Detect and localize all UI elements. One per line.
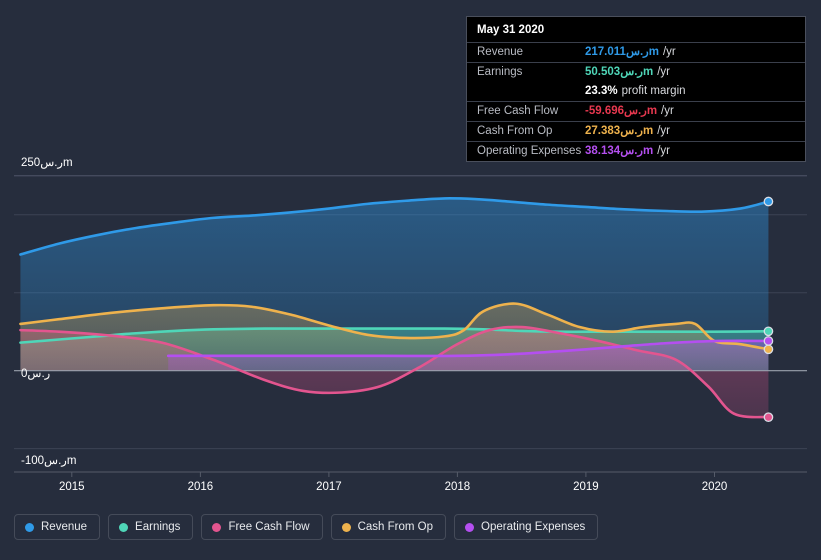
tooltip-row-value: 38.134ر.سm — [585, 145, 654, 157]
legend-color-dot-icon — [341, 522, 351, 532]
legend-color-dot-icon — [212, 522, 222, 532]
legend-item-free-cash-flow[interactable]: Free Cash Flow — [201, 514, 323, 540]
x-axis-tick-2018: 2018 — [444, 481, 471, 493]
tooltip-date: May 31 2020 — [477, 24, 545, 36]
legend-item-label: Revenue — [41, 521, 88, 533]
tooltip-row-value-wrap: 38.134ر.سm/yr — [585, 145, 670, 158]
tooltip-row-value-wrap: 27.383ر.سm/yr — [585, 125, 670, 138]
tooltip-row-unit: /yr — [662, 46, 676, 58]
legend-item-label: Operating Expenses — [481, 521, 586, 533]
legend-color-dot-icon — [119, 522, 129, 532]
legend-item-operating-expenses[interactable]: Operating Expenses — [454, 514, 599, 540]
x-axis-line — [14, 471, 807, 477]
tooltip-row-value-wrap: 50.503ر.سm/yr — [585, 66, 670, 79]
tooltip-row-unit: /yr — [661, 105, 674, 117]
x-axis-tick-2017: 2017 — [316, 481, 342, 493]
tooltip-rows: Revenue 217.011ر.سm/yr Earnings 50.503ر.سm /… — [467, 42, 805, 161]
tooltip-row: Revenue 217.011ر.سm/yr — [467, 42, 805, 62]
legend-item-label: Cash From Op — [357, 521, 434, 533]
chart-tooltip: May 31 2020 Revenue 217.011ر.سm/yr Earning… — [466, 16, 806, 162]
legend-item-label: Earnings — [135, 521, 181, 533]
chart-legend[interactable]: Revenue Earnings Free Cash Flow Cash From O… — [14, 514, 599, 540]
tooltip-row-unit: /yr — [657, 125, 670, 137]
x-axis-tick-2019: 2019 — [573, 481, 599, 493]
y-axis-label-zero: 0ر.س — [21, 368, 51, 380]
tooltip-row: Cash From Op 27.383ر.سm/yr — [467, 121, 805, 141]
tooltip-row-unit: /yr — [657, 145, 670, 157]
y-axis-label-top: 250ر.سm — [21, 157, 73, 169]
x-axis-tick-2016: 2016 — [187, 481, 214, 493]
tooltip-row-value: 50.503ر.سm — [585, 66, 654, 78]
legend-item-earnings[interactable]: Earnings — [108, 514, 194, 540]
tooltip-row-label: Earnings — [477, 66, 523, 78]
legend-color-dot-icon — [25, 522, 34, 532]
tooltip-row: Earnings 50.503ر.سm/yr — [467, 62, 805, 82]
x-axis-tick-2020: 2020 — [701, 481, 728, 493]
series-areas — [20, 198, 769, 418]
legend-item-label: Free Cash Flow — [228, 521, 310, 533]
tooltip-row-unit: /yr — [657, 66, 670, 78]
tooltip-row-label: Free Cash Flow — [477, 105, 559, 117]
tooltip-row: 23.3% profit margin — [467, 82, 805, 101]
tooltip-row-value: -59.696ر.سm — [585, 105, 658, 117]
legend-color-dot-icon — [465, 522, 475, 532]
financial-area-chart: 250ر.سm 0ر.س -100ر.سm 2015 2016 2017 2018 20… — [0, 0, 821, 560]
tooltip-row-value: 217.011ر.سm — [585, 46, 659, 58]
tooltip-row-label: Revenue — [477, 46, 524, 58]
tooltip-row-label: Operating Expenses — [477, 145, 582, 157]
tooltip-row-label: Cash From Op — [477, 125, 553, 137]
tooltip-row-value-wrap: 217.011ر.سm/yr — [585, 46, 676, 59]
tooltip-row: Free Cash Flow -59.696ر.سm/yr — [467, 101, 805, 121]
y-axis-label-bottom: -100ر.سm — [21, 455, 77, 467]
tooltip-row-value-wrap: -59.696ر.سm/yr — [585, 105, 674, 118]
x-axis-tick-2015: 2015 — [59, 481, 85, 493]
tooltip-row-value: 23.3% — [585, 85, 618, 97]
legend-item-revenue[interactable]: Revenue — [14, 514, 101, 540]
tooltip-row-value-wrap: 23.3% profit margin — [585, 85, 686, 98]
tooltip-row-value: 27.383ر.سm — [585, 125, 654, 137]
tooltip-row: Operating Expenses 38.134ر.سm/yr — [467, 141, 805, 161]
tooltip-row-unit: profit margin — [621, 85, 686, 97]
legend-item-cash-from-op[interactable]: Cash From Op — [330, 514, 447, 540]
